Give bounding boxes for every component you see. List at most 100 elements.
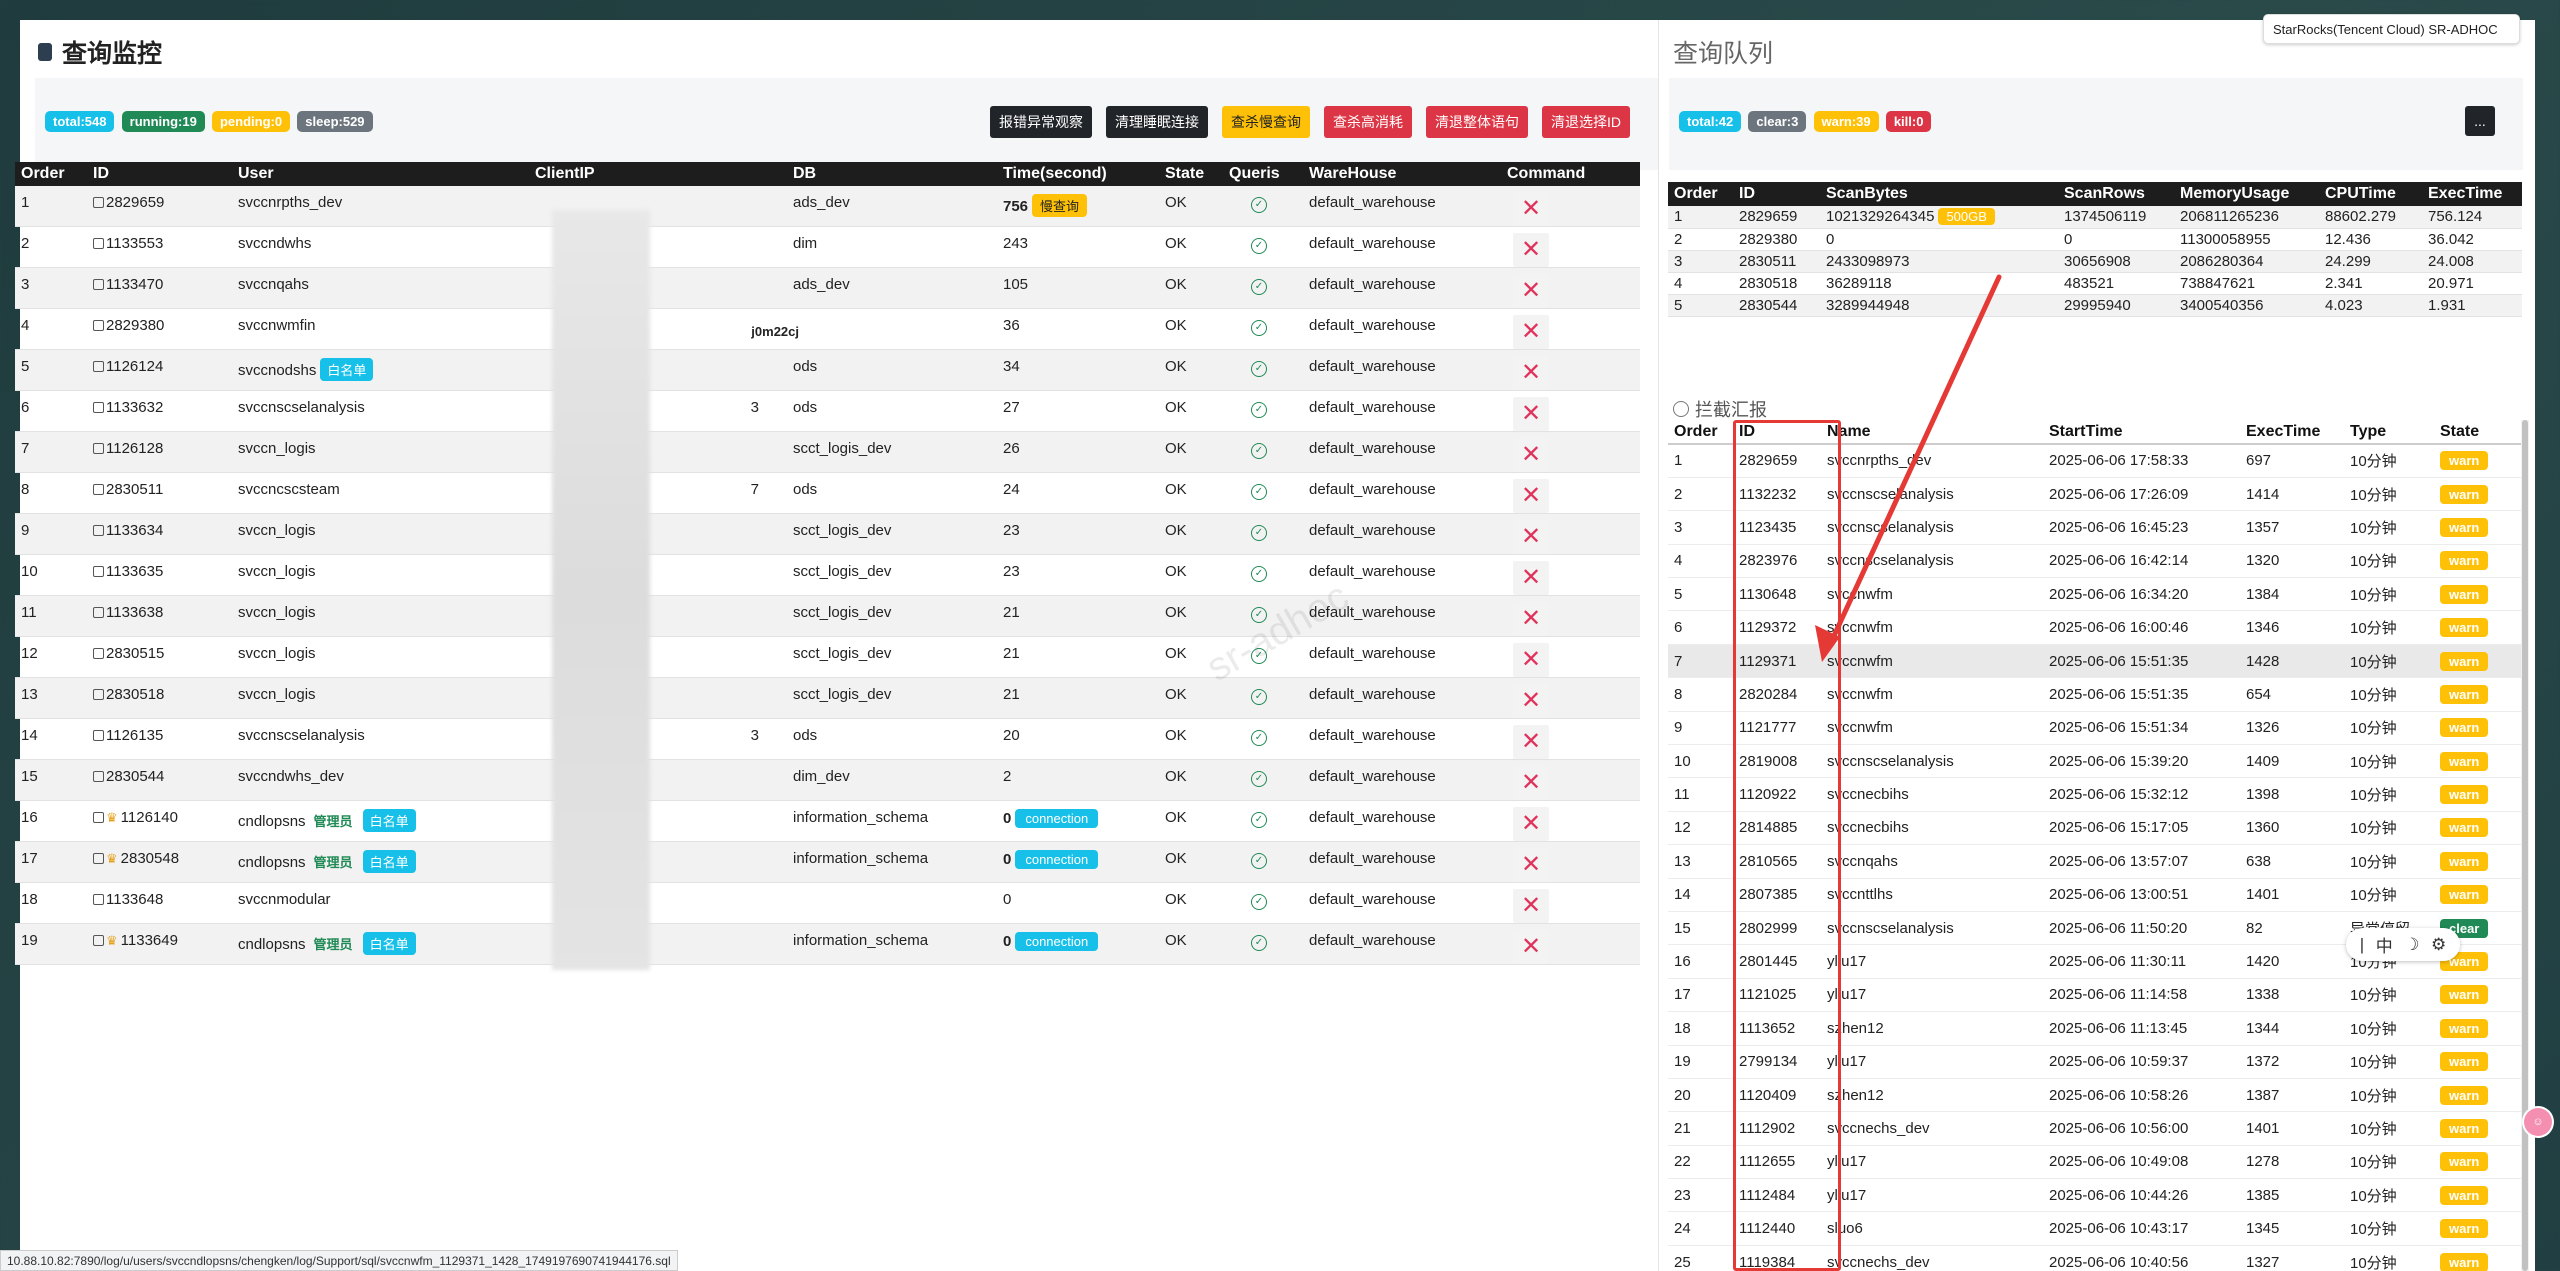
intercept-cell-value[interactable]: 2823976 — [1739, 552, 1797, 569]
ime-toolbar[interactable]: | 中 ☽ ⚙ — [2346, 928, 2460, 961]
check-circle-icon[interactable]: ✓ — [1251, 320, 1267, 336]
intercept-cell-value[interactable]: 1112655 — [1739, 1153, 1795, 1170]
intercept-cell-value[interactable]: 1121777 — [1739, 719, 1796, 736]
kill-selected-button[interactable]: 清退选择ID — [1542, 106, 1630, 138]
intercept-cell-value[interactable]: 2807385 — [1739, 886, 1797, 903]
check-circle-icon[interactable]: ✓ — [1251, 771, 1267, 787]
check-circle-icon[interactable]: ✓ — [1251, 566, 1267, 582]
cluster-select[interactable]: StarRocks(Tencent Cloud) SR-ADHOC — [2263, 14, 2520, 44]
intercept-cell-value[interactable]: 1123435 — [1739, 519, 1796, 536]
check-circle-icon[interactable]: ✓ — [1251, 361, 1267, 377]
check-circle-icon[interactable]: ✓ — [1251, 443, 1267, 459]
kill-query-button[interactable]: ✕ — [1513, 315, 1549, 349]
intercept-cell-value[interactable]: 1112484 — [1739, 1187, 1795, 1204]
intercept-cell-value[interactable]: 1113652 — [1739, 1020, 1795, 1037]
kill-query-button[interactable]: ✕ — [1513, 930, 1549, 964]
kill-query-button[interactable]: ✕ — [1513, 192, 1549, 226]
check-circle-icon[interactable]: ✓ — [1251, 197, 1267, 213]
moon-icon[interactable]: ☽ — [2404, 935, 2419, 955]
kill-query-button[interactable]: ✕ — [1513, 397, 1549, 431]
intercept-cell-value[interactable]: 1120922 — [1739, 786, 1796, 803]
intercept-cell-value[interactable]: 2829659 — [1739, 452, 1797, 469]
row-checkbox[interactable] — [93, 894, 104, 905]
row-checkbox[interactable] — [93, 853, 104, 864]
row-order: 2 — [15, 226, 87, 268]
kill-query-button[interactable]: ✕ — [1513, 684, 1549, 718]
intercept-cell-value[interactable]: 1129372 — [1739, 619, 1796, 636]
row-checkbox[interactable] — [93, 402, 104, 413]
kill-query-button[interactable]: ✕ — [1513, 848, 1549, 882]
intercept-cell-value[interactable]: 1112902 — [1739, 1120, 1795, 1137]
check-circle-icon[interactable]: ✓ — [1251, 853, 1267, 869]
intercept-cell-value[interactable]: 2801445 — [1739, 953, 1797, 970]
intercept-cell-value[interactable]: 1121025 — [1739, 986, 1796, 1003]
check-circle-icon[interactable]: ✓ — [1251, 812, 1267, 828]
row-checkbox[interactable] — [93, 771, 104, 782]
kill-query-button[interactable]: ✕ — [1513, 725, 1549, 759]
kill-query-button[interactable]: ✕ — [1513, 274, 1549, 308]
kill-query-button[interactable]: ✕ — [1513, 520, 1549, 554]
intercept-cell-value[interactable]: 1130648 — [1739, 586, 1796, 603]
intercept-cell-value[interactable]: 2810565 — [1739, 853, 1797, 870]
row-checkbox[interactable] — [93, 320, 104, 331]
kill-heavy-button[interactable]: 查杀高消耗 — [1324, 106, 1412, 138]
row-checkbox[interactable] — [93, 607, 104, 618]
kill-query-button[interactable]: ✕ — [1513, 233, 1549, 267]
intercept-cell-type: 10分钟 — [2344, 978, 2434, 1013]
kill-query-button[interactable]: ✕ — [1513, 889, 1549, 923]
check-circle-icon[interactable]: ✓ — [1251, 525, 1267, 541]
row-state: OK — [1159, 226, 1223, 268]
row-checkbox[interactable] — [93, 689, 104, 700]
intercept-cell-value[interactable]: 2820284 — [1739, 686, 1797, 703]
check-circle-icon[interactable]: ✓ — [1251, 894, 1267, 910]
intercept-cell-value[interactable]: 1132232 — [1739, 486, 1796, 503]
ime-lang-toggle[interactable]: 中 — [2376, 932, 2393, 957]
kill-query-button[interactable]: ✕ — [1513, 438, 1549, 472]
check-circle-icon[interactable]: ✓ — [1251, 484, 1267, 500]
row-checkbox[interactable] — [93, 238, 104, 249]
gear-icon[interactable]: ⚙ — [2431, 935, 2446, 955]
intercept-scroll-thumb[interactable] — [2522, 420, 2528, 1271]
intercept-cell-value[interactable]: 1112440 — [1739, 1220, 1795, 1237]
more-button[interactable]: ... — [2465, 106, 2495, 136]
row-checkbox[interactable] — [93, 361, 104, 372]
row-checkbox[interactable] — [93, 197, 104, 208]
intercept-cell-value[interactable]: 1129371 — [1739, 653, 1796, 670]
row-checkbox[interactable] — [93, 812, 104, 823]
kill-all-button[interactable]: 清退整体语句 — [1426, 106, 1528, 138]
kill-slow-button[interactable]: 查杀慢查询 — [1222, 106, 1310, 138]
check-circle-icon[interactable]: ✓ — [1251, 935, 1267, 951]
row-checkbox[interactable] — [93, 935, 104, 946]
intercept-cell-value[interactable]: 2799134 — [1739, 1053, 1797, 1070]
check-circle-icon[interactable]: ✓ — [1251, 730, 1267, 746]
row-checkbox[interactable] — [93, 484, 104, 495]
row-checkbox[interactable] — [93, 525, 104, 536]
check-circle-icon[interactable]: ✓ — [1251, 648, 1267, 664]
kill-query-button[interactable]: ✕ — [1513, 356, 1549, 390]
assistant-float-icon[interactable]: ☺ — [2524, 1108, 2552, 1136]
row-checkbox[interactable] — [93, 443, 104, 454]
check-circle-icon[interactable]: ✓ — [1251, 279, 1267, 295]
row-checkbox[interactable] — [93, 279, 104, 290]
error-observe-button[interactable]: 报错异常观察 — [990, 106, 1092, 138]
ime-cursor-icon[interactable]: | — [2360, 935, 2364, 955]
kill-query-button[interactable]: ✕ — [1513, 561, 1549, 595]
check-circle-icon[interactable]: ✓ — [1251, 607, 1267, 623]
row-checkbox[interactable] — [93, 648, 104, 659]
intercept-cell-value[interactable]: 2819008 — [1739, 753, 1797, 770]
kill-query-button[interactable]: ✕ — [1513, 602, 1549, 636]
kill-query-button[interactable]: ✕ — [1513, 766, 1549, 800]
row-checkbox[interactable] — [93, 730, 104, 741]
kill-query-button[interactable]: ✕ — [1513, 807, 1549, 841]
kill-query-button[interactable]: ✕ — [1513, 479, 1549, 513]
clean-sleep-button[interactable]: 清理睡眠连接 — [1106, 106, 1208, 138]
check-circle-icon[interactable]: ✓ — [1251, 238, 1267, 254]
check-circle-icon[interactable]: ✓ — [1251, 402, 1267, 418]
intercept-cell-value[interactable]: 1119384 — [1739, 1254, 1795, 1271]
kill-query-button[interactable]: ✕ — [1513, 643, 1549, 677]
intercept-cell-value[interactable]: 2814885 — [1739, 819, 1797, 836]
row-checkbox[interactable] — [93, 566, 104, 577]
intercept-cell-value[interactable]: 2802999 — [1739, 920, 1797, 937]
intercept-cell-value[interactable]: 1120409 — [1739, 1087, 1796, 1104]
check-circle-icon[interactable]: ✓ — [1251, 689, 1267, 705]
